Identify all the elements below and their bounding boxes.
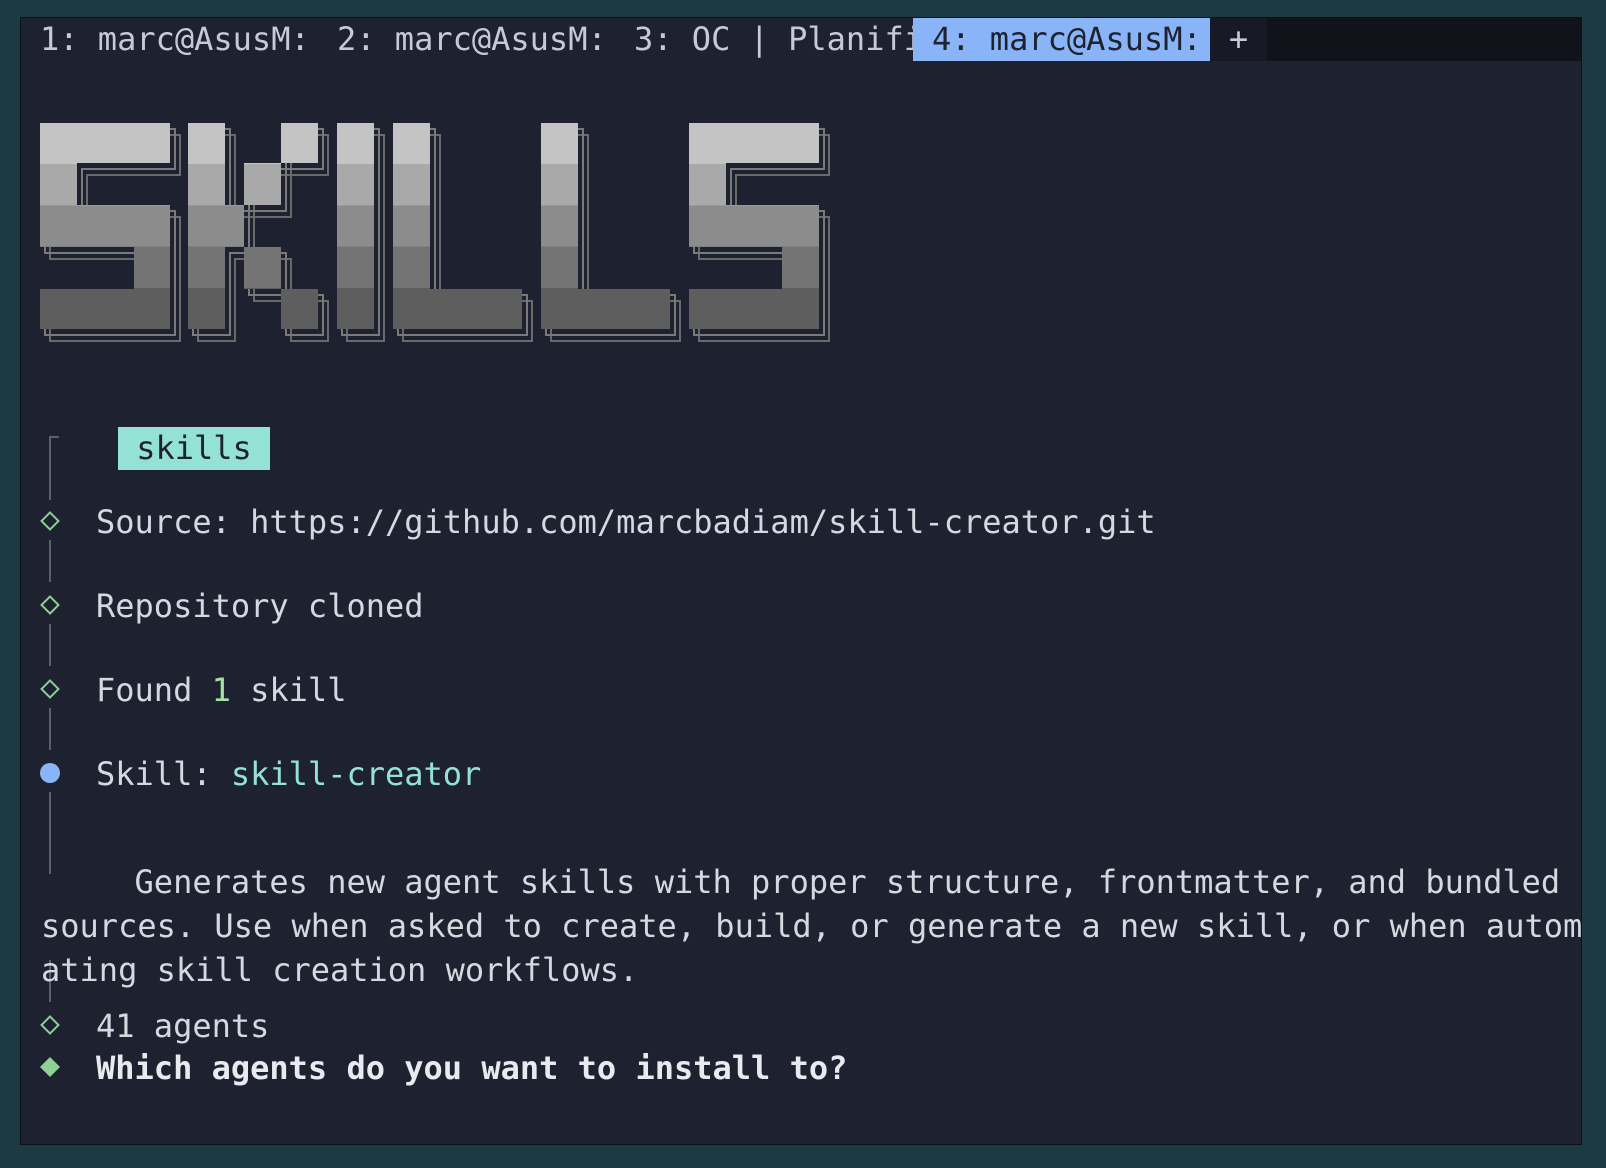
skill-label: Skill: (96, 755, 231, 793)
source-label: Source: (96, 503, 251, 541)
tree-rail (49, 708, 51, 750)
terminal-window: 1: marc@AsusM: 2: marc@AsusM: 3: OC | Pl… (20, 17, 1582, 1145)
source-line: Source: https://github.com/marcbadiam/sk… (96, 500, 1156, 544)
tab-bar: 1: marc@AsusM: 2: marc@AsusM: 3: OC | Pl… (21, 18, 1581, 61)
new-tab-button[interactable]: + (1210, 18, 1267, 61)
tree-rail (49, 540, 51, 582)
tree-rail (49, 436, 51, 500)
prompt-active-icon (40, 1057, 60, 1077)
agent-selection-prompt[interactable]: Which agents do you want to install to? (96, 1046, 847, 1090)
found-line: Found 1 skill (96, 668, 346, 712)
tab-4-active[interactable]: 4: marc@AsusM: (913, 18, 1210, 61)
step-done-icon (40, 1015, 60, 1035)
step-done-icon (40, 679, 60, 699)
tab-3[interactable]: 3: OC | Planifi (615, 18, 913, 61)
description-line: ating skill creation workflows. (41, 951, 639, 989)
step-done-icon (40, 595, 60, 615)
found-suffix: skill (230, 671, 347, 709)
agents-count-line: 41 agents (96, 1007, 270, 1045)
skill-name: skill-creator (230, 755, 482, 793)
tree-rail-corner (49, 436, 59, 438)
skill-description: Generates new agent skills with proper s… (41, 860, 1582, 992)
skill-line: Skill: skill-creator (96, 752, 481, 796)
found-prefix: Found (96, 671, 212, 709)
tree-rail (49, 624, 51, 666)
skills-badge: skills (118, 427, 270, 470)
cloned-line: Repository cloned (96, 587, 424, 625)
tab-2[interactable]: 2: marc@AsusM: (318, 18, 615, 61)
description-line: sources. Use when asked to create, build… (41, 907, 1582, 945)
tab-1[interactable]: 1: marc@AsusM: (21, 18, 318, 61)
description-line: Generates new agent skills with proper s… (96, 863, 1582, 901)
step-done-icon (40, 511, 60, 531)
current-step-dot-icon (40, 763, 60, 783)
found-count: 1 (211, 671, 231, 709)
source-url: https://github.com/marcbadiam/skill-crea… (250, 503, 1156, 541)
skills-ascii-banner (40, 123, 830, 342)
